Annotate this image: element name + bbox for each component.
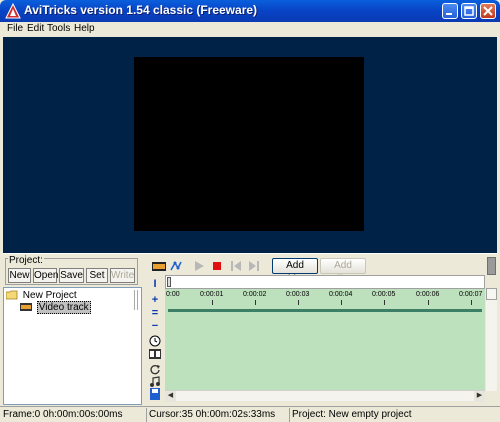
- film-icon[interactable]: [152, 259, 166, 273]
- status-divider: [146, 408, 147, 422]
- status-project: Project: New empty project: [292, 409, 412, 420]
- zoom-out-icon[interactable]: −: [148, 320, 162, 332]
- tree-label-project: New Project: [22, 290, 77, 301]
- stop-icon[interactable]: [210, 259, 224, 273]
- close-button[interactable]: [480, 3, 496, 19]
- timeline-horizontal-scrollbar[interactable]: ◀ ▶: [165, 390, 485, 402]
- video-screen: [134, 57, 364, 231]
- ruler-tick: [341, 300, 342, 305]
- ruler-label: 0:00:07: [459, 291, 483, 298]
- ruler-tick: [471, 300, 472, 305]
- menu-file[interactable]: File: [7, 23, 23, 34]
- ruler-tick: [255, 300, 256, 305]
- menu-help[interactable]: Help: [74, 23, 95, 34]
- scroll-right-icon[interactable]: ▶: [474, 391, 485, 402]
- set-button[interactable]: Set: [86, 268, 108, 283]
- ruler-tick: [212, 300, 213, 305]
- status-cursor: Cursor:35 0h:00m:02s:33ms: [149, 409, 276, 420]
- title-bar[interactable]: AviTricks version 1.54 classic (Freeware…: [0, 0, 500, 22]
- play-icon[interactable]: [192, 259, 206, 273]
- app-logo-icon: [5, 3, 21, 19]
- next-frame-icon[interactable]: [247, 259, 261, 273]
- minimize-button[interactable]: [442, 3, 458, 19]
- status-frame: Frame:0 0h:00m:00s:00ms: [3, 409, 123, 420]
- scroll-thumb[interactable]: [486, 288, 497, 300]
- close-icon: [483, 6, 493, 16]
- video-track-bar[interactable]: [168, 309, 482, 312]
- prev-frame-icon[interactable]: [229, 259, 243, 273]
- ruler-tick: [298, 300, 299, 305]
- zoom-in-icon[interactable]: +: [148, 294, 162, 306]
- tree-item-video-track[interactable]: Video track: [20, 301, 91, 314]
- new-button[interactable]: New: [8, 268, 31, 283]
- ruler-label: 0:00:03: [286, 291, 310, 298]
- ruler-tick: [384, 300, 385, 305]
- open-button[interactable]: Open: [33, 268, 58, 283]
- timeline-cursor-strip[interactable]: [165, 275, 485, 289]
- ruler-label: 0:00:01: [200, 291, 224, 298]
- ruler-label: 0:00:06: [416, 291, 440, 298]
- timeline-cursor-handle[interactable]: [167, 277, 171, 287]
- save-icon[interactable]: [148, 388, 162, 400]
- tree-resize-handle[interactable]: [134, 290, 138, 310]
- timeline-track-area[interactable]: 0:00 0:00:01 0:00:02 0:00:03 0:00:04 0:0…: [165, 289, 485, 390]
- write-button[interactable]: Write: [110, 268, 135, 283]
- scroll-left-icon[interactable]: ◀: [165, 391, 176, 402]
- menu-bar: File Edit Tools Help: [3, 22, 497, 37]
- menu-edit[interactable]: Edit: [27, 23, 44, 34]
- ruler-label: 0:00: [166, 291, 180, 298]
- maximize-button[interactable]: [461, 3, 477, 19]
- ruler-tick: [428, 300, 429, 305]
- window-title: AviTricks version 1.54 classic (Freeware…: [24, 3, 258, 17]
- folder-icon: [6, 290, 18, 300]
- scroll-thumb[interactable]: [487, 257, 496, 275]
- add-video-button[interactable]: Add video: [272, 258, 318, 285]
- video-preview-area: [3, 37, 497, 253]
- timeline-side-tools: I + = −: [147, 278, 163, 400]
- minimize-icon: [446, 13, 452, 15]
- menu-tools[interactable]: Tools: [47, 23, 70, 34]
- add-effect-button[interactable]: Add effect: [320, 258, 366, 285]
- track-icon: [20, 303, 32, 312]
- zoom-fit-icon[interactable]: =: [148, 307, 162, 319]
- frames-icon[interactable]: [148, 348, 162, 360]
- ruler-label: 0:00:02: [243, 291, 267, 298]
- tree-label-video-track: Video track: [36, 301, 91, 314]
- save-button[interactable]: Save: [59, 268, 84, 283]
- maximize-icon: [464, 6, 474, 16]
- link-icon[interactable]: [169, 259, 183, 273]
- timeline-vertical-scrollbar[interactable]: [486, 288, 497, 391]
- status-divider: [289, 408, 290, 422]
- project-label: Project:: [8, 255, 44, 266]
- clock-icon[interactable]: [148, 335, 162, 347]
- cursor-mode-icon[interactable]: I: [148, 278, 162, 290]
- refresh-icon[interactable]: [148, 363, 162, 375]
- toolbar-scrollbar[interactable]: [486, 256, 497, 276]
- time-ruler: 0:00 0:00:01 0:00:02 0:00:03 0:00:04 0:0…: [165, 289, 485, 305]
- status-bar: Frame:0 0h:00m:00s:00ms Cursor:35 0h:00m…: [0, 406, 500, 422]
- ruler-label: 0:00:05: [372, 291, 396, 298]
- music-icon[interactable]: [148, 376, 162, 388]
- project-tree[interactable]: New Project Video track: [3, 287, 142, 405]
- ruler-label: 0:00:04: [329, 291, 353, 298]
